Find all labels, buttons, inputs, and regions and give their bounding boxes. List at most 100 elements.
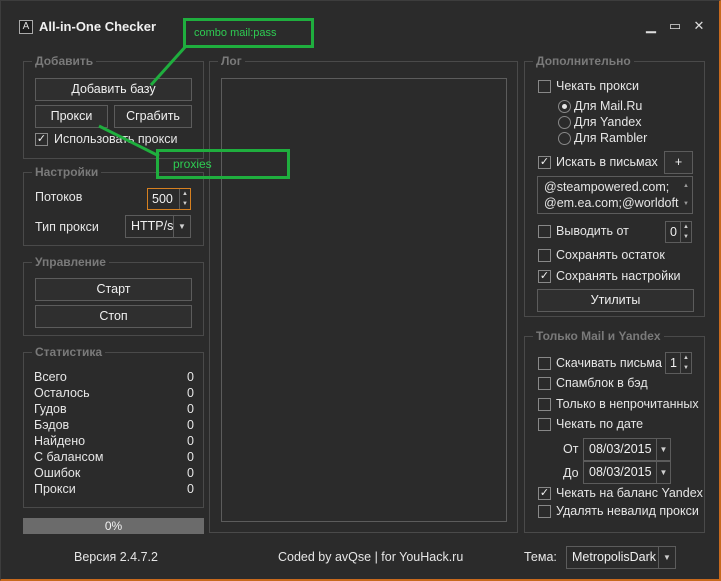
- stat-name: С балансом: [34, 450, 104, 464]
- unread-label: Только в непрочитанных: [556, 397, 699, 411]
- version-text: Версия 2.4.7.2: [74, 550, 158, 564]
- stat-row: Всего 0: [34, 370, 194, 386]
- proxy-type-label: Тип прокси: [35, 220, 99, 234]
- save-rest-checkbox[interactable]: [538, 249, 551, 262]
- stat-row: Найдено 0: [34, 434, 194, 450]
- combo-annotation-box: combo mail:pass: [183, 18, 314, 48]
- balance-label: Чекать на баланс Yandex: [556, 486, 703, 500]
- from-date-picker[interactable]: 08/03/2015 ▼: [583, 438, 671, 461]
- search-text-line: @steampowered.com;: [544, 180, 670, 194]
- spinner-arrows-icon[interactable]: ▲ ▼: [179, 189, 190, 209]
- from-label: От: [563, 442, 579, 456]
- stat-name: Осталось: [34, 386, 90, 400]
- to-date-value: 08/03/2015: [589, 465, 652, 479]
- search-textarea[interactable]: @steampowered.com; @em.ea.com;@worldoft …: [537, 176, 693, 214]
- theme-select[interactable]: MetropolisDark ▼: [566, 546, 676, 569]
- radio-yandex-label: Для Yandex: [574, 115, 642, 129]
- radio-rambler[interactable]: [558, 132, 571, 145]
- stat-value: 0: [187, 434, 194, 448]
- main-window: A All-in-One Checker ▁ ▭ ✕ Добавить Доба…: [0, 0, 721, 581]
- to-date-picker[interactable]: 08/03/2015 ▼: [583, 461, 671, 484]
- spam-checkbox[interactable]: [538, 377, 551, 390]
- stat-row: Осталось 0: [34, 386, 194, 402]
- chevron-down-icon[interactable]: ▼: [173, 216, 190, 237]
- spam-label: Спамблок в бэд: [556, 376, 648, 390]
- output-from-checkbox[interactable]: [538, 225, 551, 238]
- stat-row: С балансом 0: [34, 450, 194, 466]
- start-button[interactable]: Старт: [35, 278, 192, 301]
- utilities-button[interactable]: Утилиты: [537, 289, 694, 312]
- grab-button[interactable]: Сграбить: [114, 105, 192, 128]
- chevron-down-icon[interactable]: ▼: [656, 439, 670, 460]
- stat-value: 0: [187, 386, 194, 400]
- output-from-value: 0: [670, 225, 677, 239]
- from-date-value: 08/03/2015: [589, 442, 652, 456]
- stat-value: 0: [187, 466, 194, 480]
- output-from-label: Выводить от: [556, 224, 629, 238]
- proxy-button[interactable]: Прокси: [35, 105, 108, 128]
- radio-mailru[interactable]: [558, 100, 571, 113]
- mail-group-label: Только Mail и Yandex: [533, 329, 664, 343]
- use-proxy-label: Использовать прокси: [54, 132, 178, 146]
- save-settings-checkbox[interactable]: ✓: [538, 270, 551, 283]
- stat-value: 0: [187, 482, 194, 496]
- use-proxy-checkbox[interactable]: ✓: [35, 133, 48, 146]
- stat-name: Ошибок: [34, 466, 81, 480]
- delete-invalid-checkbox[interactable]: [538, 505, 551, 518]
- threads-value: 500: [152, 192, 173, 206]
- stat-value: 0: [187, 402, 194, 416]
- download-mail-spinner[interactable]: 1 ▲ ▼: [665, 352, 692, 374]
- unread-checkbox[interactable]: [538, 398, 551, 411]
- theme-label: Тема:: [524, 550, 557, 564]
- close-button[interactable]: ✕: [692, 19, 706, 33]
- extra-group-label: Дополнительно: [533, 54, 634, 68]
- add-base-button[interactable]: Добавить базу: [35, 78, 192, 101]
- stat-row: Бэдов 0: [34, 418, 194, 434]
- download-mail-checkbox[interactable]: [538, 357, 551, 370]
- add-search-button[interactable]: +: [664, 151, 693, 174]
- to-label: До: [563, 466, 579, 480]
- stat-value: 0: [187, 370, 194, 384]
- scrollbar[interactable]: ▲ ▼: [680, 177, 692, 213]
- stat-name: Гудов: [34, 402, 67, 416]
- progress-text: 0%: [104, 519, 123, 533]
- chevron-down-icon[interactable]: ▼: [656, 462, 670, 483]
- settings-group-label: Настройки: [32, 165, 102, 179]
- proxy-type-value: HTTP/s: [131, 219, 174, 233]
- delete-invalid-label: Удалять невалид прокси: [556, 504, 699, 518]
- log-textarea[interactable]: [221, 78, 507, 522]
- search-in-mail-label: Искать в письмах: [556, 155, 658, 169]
- chevron-down-icon[interactable]: ▼: [658, 547, 675, 568]
- theme-value: MetropolisDark: [572, 550, 657, 564]
- search-in-mail-checkbox[interactable]: ✓: [538, 156, 551, 169]
- spinner-arrows-icon[interactable]: ▲ ▼: [680, 353, 691, 373]
- minimize-button[interactable]: ▁: [644, 19, 658, 33]
- stat-name: Всего: [34, 370, 67, 384]
- balance-checkbox[interactable]: ✓: [538, 487, 551, 500]
- log-group-label: Лог: [218, 54, 245, 68]
- stat-name: Найдено: [34, 434, 86, 448]
- save-rest-label: Сохранять остаток: [556, 248, 665, 262]
- stats-group-label: Статистика: [32, 345, 106, 359]
- output-from-spinner[interactable]: 0 ▲ ▼: [665, 221, 692, 243]
- window-title: All-in-One Checker: [39, 19, 157, 34]
- radio-yandex[interactable]: [558, 116, 571, 129]
- stat-name: Прокси: [34, 482, 76, 496]
- by-date-checkbox[interactable]: [538, 418, 551, 431]
- title-bar[interactable]: A All-in-One Checker ▁ ▭ ✕: [1, 1, 719, 49]
- maximize-button[interactable]: ▭: [668, 19, 682, 33]
- stat-row: Гудов 0: [34, 402, 194, 418]
- progress-bar: 0%: [23, 518, 204, 534]
- check-proxy-checkbox[interactable]: [538, 80, 551, 93]
- stop-button[interactable]: Стоп: [35, 305, 192, 328]
- add-group-label: Добавить: [32, 54, 97, 68]
- threads-spinner[interactable]: 500 ▲ ▼: [147, 188, 191, 210]
- threads-label: Потоков: [35, 190, 83, 204]
- spinner-arrows-icon[interactable]: ▲ ▼: [680, 222, 691, 242]
- stat-value: 0: [187, 450, 194, 464]
- proxies-annotation-box: proxies: [156, 149, 290, 179]
- stat-value: 0: [187, 418, 194, 432]
- download-mail-value: 1: [670, 356, 677, 370]
- proxy-type-select[interactable]: HTTP/s ▼: [125, 215, 191, 238]
- proxies-annotation-text: proxies: [173, 157, 212, 171]
